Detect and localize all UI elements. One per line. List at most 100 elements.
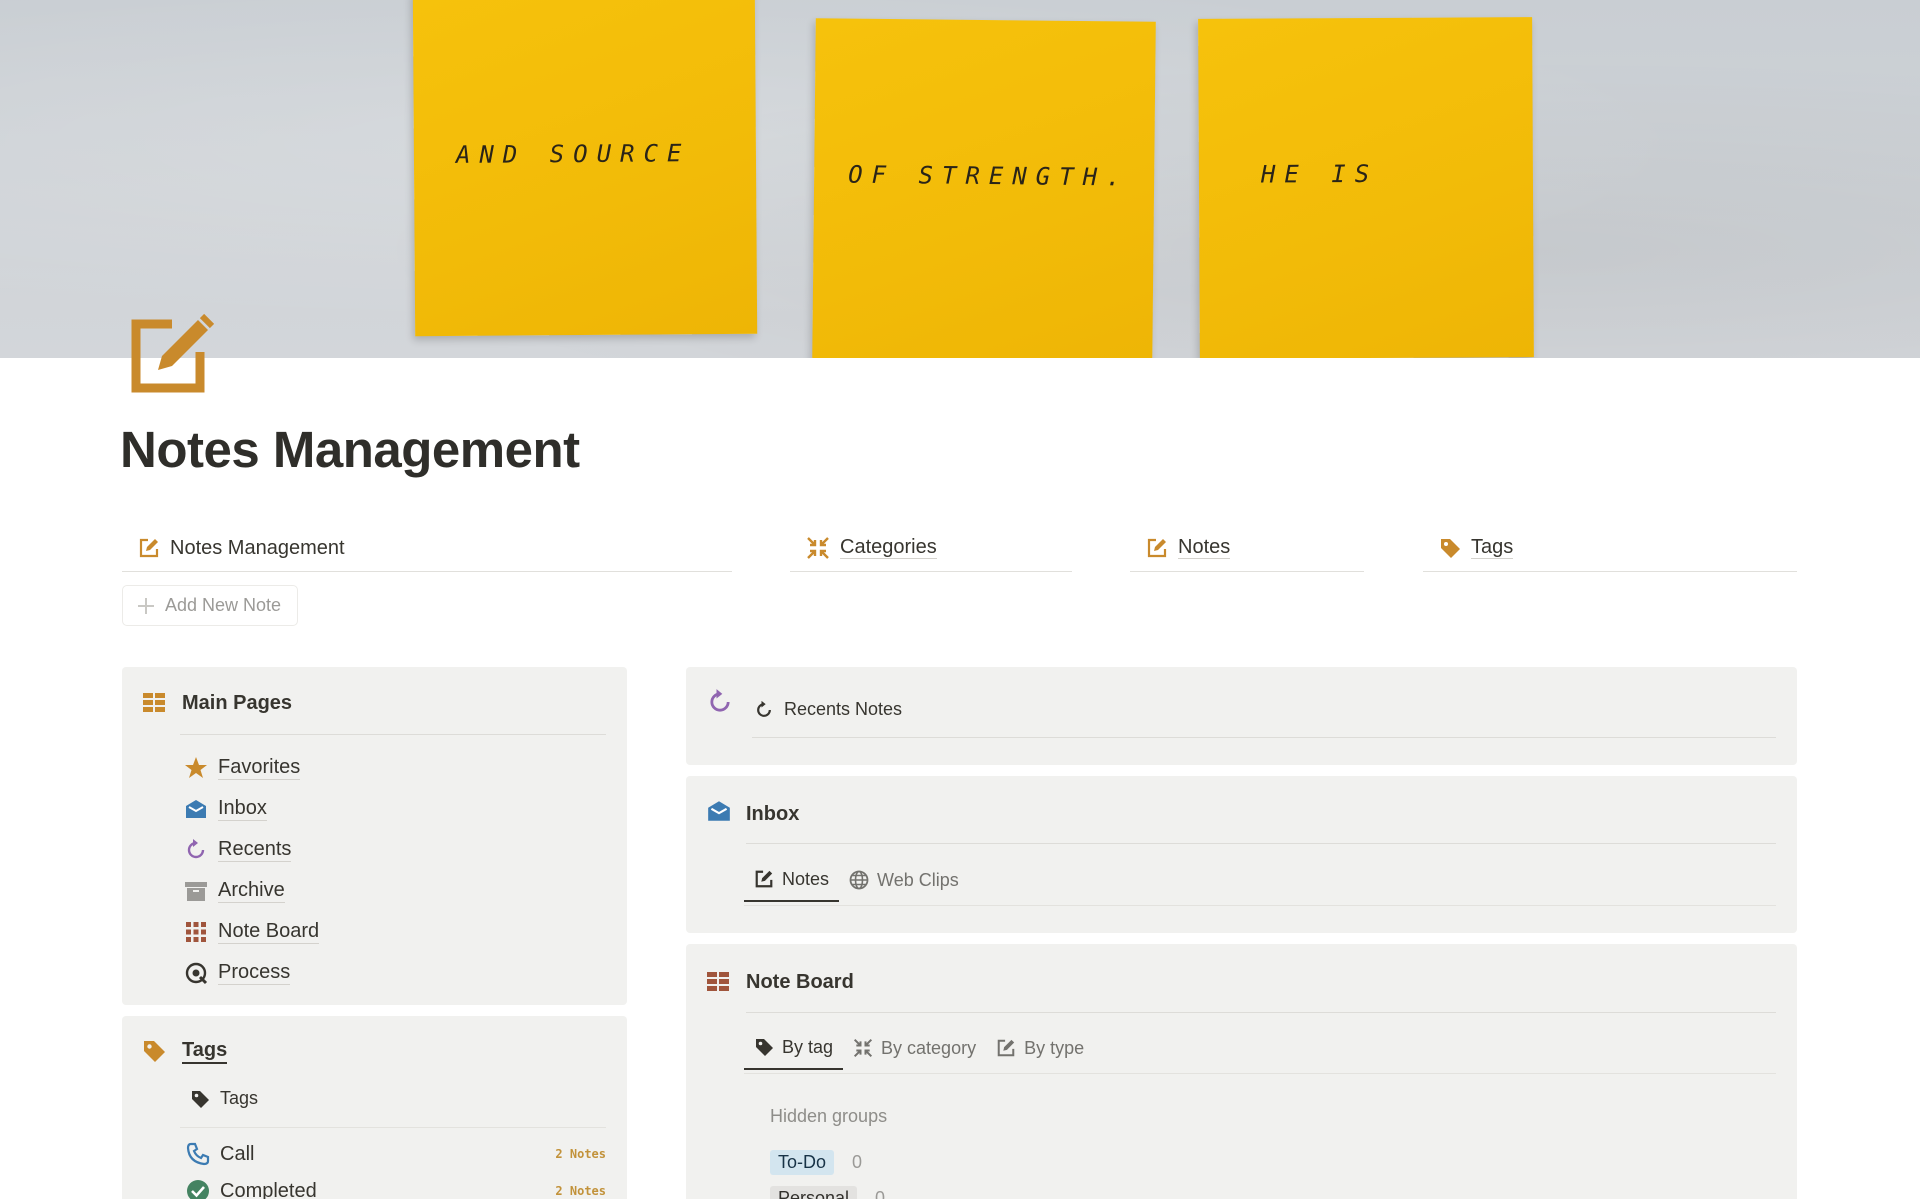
group-count: 0 bbox=[875, 1188, 886, 1199]
plus-icon bbox=[138, 597, 154, 614]
link-tags[interactable]: Tags bbox=[1423, 524, 1797, 572]
tab-web-clips[interactable]: Web Clips bbox=[839, 858, 969, 902]
page-icon[interactable] bbox=[128, 312, 215, 396]
divider bbox=[744, 905, 1776, 906]
divider bbox=[746, 1012, 1776, 1013]
link-label: Tags bbox=[1471, 536, 1514, 559]
sticky-note: HE IS bbox=[1198, 17, 1534, 358]
nav-item-note-board[interactable]: Note Board bbox=[184, 911, 320, 952]
link-notes-management[interactable]: Notes Management bbox=[122, 524, 732, 572]
tag-icon bbox=[144, 1041, 165, 1062]
tag-icon bbox=[756, 1039, 773, 1056]
tab-label: Web Clips bbox=[877, 869, 959, 890]
nav-item-label: Inbox bbox=[218, 796, 267, 821]
nav-item-inbox[interactable]: Inbox bbox=[184, 788, 319, 829]
sticky-note: AND SOURCE bbox=[412, 0, 758, 337]
check-circle-icon bbox=[187, 1180, 209, 1199]
nav-item-recents[interactable]: Recents bbox=[184, 829, 319, 870]
tag-row-label: Completed bbox=[220, 1179, 317, 1199]
phone-icon bbox=[186, 1142, 210, 1166]
nav-item-label: Note Board bbox=[218, 919, 320, 944]
divider bbox=[180, 734, 606, 735]
refresh-icon bbox=[710, 689, 730, 712]
nav-item-archive[interactable]: Archive bbox=[184, 870, 319, 911]
link-notes[interactable]: Notes bbox=[1130, 524, 1364, 572]
link-label: Categories bbox=[840, 536, 937, 559]
globe-icon bbox=[849, 870, 869, 890]
inbox-title: Inbox bbox=[746, 803, 800, 825]
tags-panel: Tags Tags Call 2 Notes Completed 2 Notes bbox=[122, 1016, 627, 1199]
tab-by-tag[interactable]: By tag bbox=[744, 1026, 844, 1070]
group-pill: Personal bbox=[770, 1186, 858, 1199]
nav-item-label: Favorites bbox=[218, 755, 301, 780]
compress-arrows-icon bbox=[807, 536, 829, 559]
page-title: Notes Management bbox=[120, 421, 580, 478]
nav-item-process[interactable]: Process bbox=[184, 952, 319, 993]
recents-view-tab[interactable]: Recents Notes bbox=[754, 699, 902, 720]
add-new-note-button[interactable]: Add New Note bbox=[122, 585, 299, 626]
sticky-note-text: AND SOURCE bbox=[455, 139, 691, 169]
divider bbox=[746, 843, 1776, 844]
group-count: 0 bbox=[852, 1152, 863, 1172]
nav-item-favorites[interactable]: Favorites bbox=[184, 747, 319, 788]
tag-row-label: Call bbox=[220, 1142, 255, 1165]
nav-item-label: Recents bbox=[218, 837, 292, 862]
hidden-groups-label[interactable]: Hidden groups bbox=[770, 1106, 887, 1127]
tag-icon bbox=[192, 1090, 209, 1108]
grid-icon bbox=[707, 972, 729, 991]
compress-arrows-icon bbox=[853, 1038, 873, 1058]
group-pill: To-Do bbox=[770, 1150, 835, 1175]
tags-view-label[interactable]: Tags bbox=[190, 1088, 258, 1109]
recents-view-label: Recents Notes bbox=[784, 699, 903, 719]
pencil-square-icon bbox=[997, 1039, 1015, 1057]
tag-row-count: 2 Notes bbox=[555, 1147, 606, 1161]
tab-by-category[interactable]: By category bbox=[843, 1026, 986, 1070]
note-board-title: Note Board bbox=[746, 971, 854, 993]
archive-icon bbox=[185, 881, 207, 901]
cover-image: AND SOURCE OF STRENGTH. HE IS bbox=[0, 0, 1920, 358]
dots-grid-icon bbox=[186, 921, 206, 942]
pencil-square-icon bbox=[755, 870, 773, 888]
nav-item-label: Process bbox=[218, 960, 291, 985]
note-board-tabs: By tag By category By type bbox=[744, 1026, 1094, 1070]
group-row[interactable]: To-Do 0 bbox=[770, 1150, 862, 1175]
tab-label: By type bbox=[1024, 1037, 1085, 1058]
tags-view-text: Tags bbox=[220, 1088, 259, 1108]
refresh-icon bbox=[187, 838, 205, 858]
main-pages-panel: Main Pages Favorites Inbox Recents Archi… bbox=[122, 667, 627, 1005]
grid-icon bbox=[143, 693, 165, 712]
tab-notes[interactable]: Notes bbox=[744, 858, 840, 902]
tag-row-completed[interactable]: Completed 2 Notes bbox=[186, 1179, 606, 1199]
nav-item-label: Archive bbox=[218, 878, 285, 903]
link-categories[interactable]: Categories bbox=[790, 524, 1072, 572]
inbox-panel: Inbox Notes Web Clips bbox=[686, 776, 1797, 933]
sticky-note-text: OF STRENGTH. bbox=[848, 160, 1130, 192]
inbox-icon bbox=[708, 801, 730, 821]
divider bbox=[744, 1073, 1776, 1074]
star-icon bbox=[185, 756, 207, 778]
tag-icon bbox=[1441, 538, 1460, 558]
sticky-note-text: HE IS bbox=[1260, 159, 1379, 189]
pencil-square-icon bbox=[131, 313, 215, 393]
tab-label: By tag bbox=[782, 1036, 834, 1057]
tags-title[interactable]: Tags bbox=[182, 1038, 228, 1064]
tab-label: Notes bbox=[782, 868, 830, 889]
recents-panel: Recents Notes bbox=[686, 667, 1797, 765]
note-board-panel: Note Board By tag By category By type Hi… bbox=[686, 944, 1797, 1199]
main-pages-list: Favorites Inbox Recents Archive Note Boa… bbox=[184, 747, 320, 993]
add-new-note-label: Add New Note bbox=[165, 595, 282, 615]
tags-header: Tags bbox=[142, 1038, 228, 1064]
pencil-square-icon bbox=[1147, 538, 1167, 557]
divider bbox=[752, 737, 1776, 738]
inbox-icon bbox=[186, 799, 206, 818]
divider bbox=[180, 1127, 606, 1128]
tag-row-call[interactable]: Call 2 Notes bbox=[186, 1142, 606, 1166]
process-icon bbox=[185, 962, 208, 984]
main-pages-header: Main Pages bbox=[142, 691, 292, 715]
refresh-icon bbox=[757, 700, 771, 717]
tab-by-type[interactable]: By type bbox=[986, 1026, 1094, 1070]
tag-row-count: 2 Notes bbox=[555, 1184, 606, 1198]
link-label: Notes Management bbox=[170, 536, 345, 559]
group-row[interactable]: Personal 0 bbox=[770, 1186, 885, 1199]
inbox-tabs: Notes Web Clips bbox=[744, 858, 969, 902]
